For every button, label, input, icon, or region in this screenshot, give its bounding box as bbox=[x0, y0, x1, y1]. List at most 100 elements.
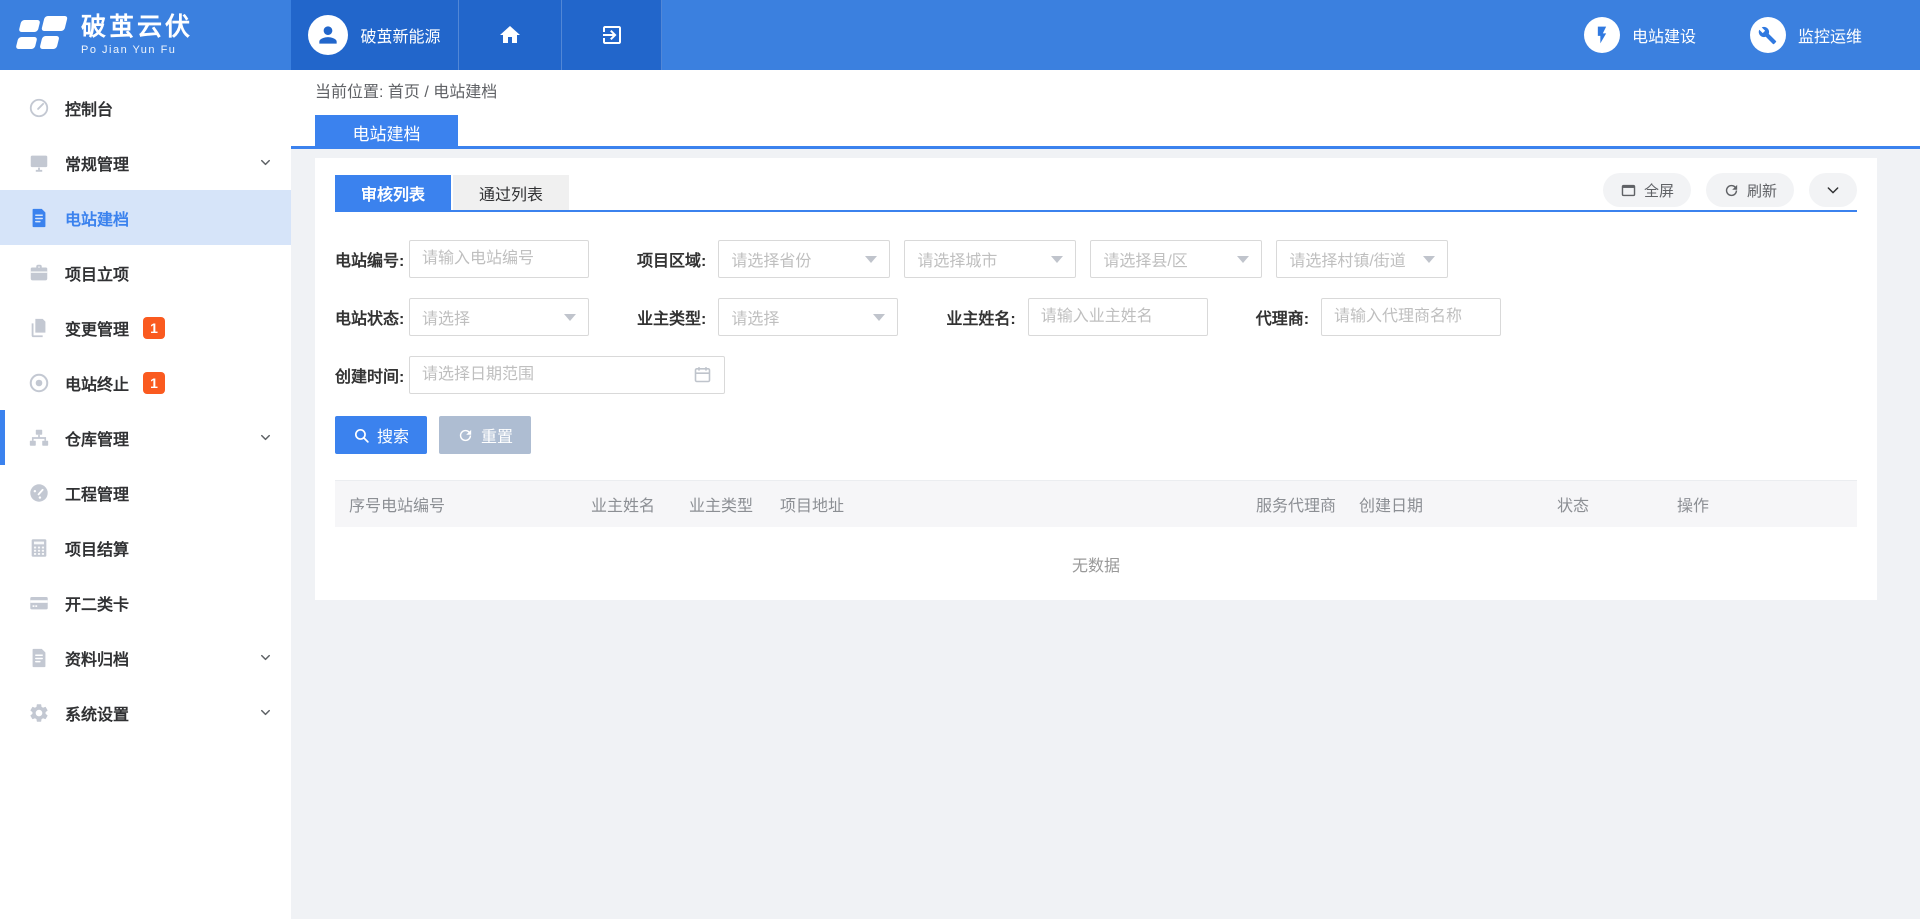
sidebar-item-system-settings[interactable]: 系统设置 bbox=[0, 685, 291, 740]
sidebar-item-label: 开二类卡 bbox=[65, 591, 129, 615]
nav-monitor-ops[interactable]: 监控运维 bbox=[1750, 17, 1862, 53]
sidebar-item-project-initiation[interactable]: 项目立项 bbox=[0, 245, 291, 300]
nav-monitor-ops-label: 监控运维 bbox=[1798, 23, 1862, 47]
caret-down-icon bbox=[564, 314, 576, 321]
station-status-select[interactable]: 请选择 bbox=[409, 298, 589, 336]
sidebar-item-label: 电站建档 bbox=[65, 206, 129, 230]
monitor-icon bbox=[28, 152, 50, 174]
change-mgmt-badge: 1 bbox=[143, 317, 165, 339]
sidebar-item-label: 项目结算 bbox=[65, 536, 129, 560]
province-select[interactable]: 请选择省份 bbox=[718, 240, 890, 278]
home-icon bbox=[498, 23, 522, 47]
sidebar-item-engineering-mgmt[interactable]: 工程管理 bbox=[0, 465, 291, 520]
chevron-down-icon bbox=[258, 430, 273, 445]
caret-down-icon bbox=[865, 256, 877, 263]
refresh-button[interactable]: 刷新 bbox=[1706, 173, 1794, 207]
caret-down-icon bbox=[1051, 256, 1063, 263]
gauge-icon bbox=[28, 482, 50, 504]
pages-icon bbox=[28, 317, 50, 339]
sidebar-item-general-mgmt[interactable]: 常规管理 bbox=[0, 135, 291, 190]
col-service-agent: 服务代理商 bbox=[1256, 492, 1359, 516]
sidebar: 控制台 常规管理 电站建档 项目立项 bbox=[0, 70, 291, 919]
sidebar-item-label: 系统设置 bbox=[65, 701, 129, 725]
file-icon bbox=[28, 207, 50, 229]
col-station-no: 电站编号 bbox=[381, 492, 591, 516]
collapse-toolbar-button[interactable] bbox=[1809, 173, 1857, 207]
sidebar-item-warehouse-mgmt[interactable]: 仓库管理 bbox=[0, 410, 291, 465]
station-termination-badge: 1 bbox=[143, 372, 165, 394]
table-empty-state: 无数据 bbox=[335, 527, 1857, 600]
refresh-icon bbox=[1723, 182, 1740, 199]
district-select[interactable]: 请选择县/区 bbox=[1090, 240, 1262, 278]
search-icon bbox=[353, 427, 370, 444]
page-tab-station-archive[interactable]: 电站建档 bbox=[315, 115, 458, 149]
fullscreen-button[interactable]: 全屏 bbox=[1603, 173, 1691, 207]
app-header: 破茧云伏 Po Jian Yun Fu 破茧新能源 bbox=[0, 0, 1920, 70]
brand-logo-icon bbox=[16, 13, 68, 57]
reset-button[interactable]: 重置 bbox=[439, 416, 531, 454]
caret-down-icon bbox=[1423, 256, 1435, 263]
sitemap-icon bbox=[28, 427, 50, 449]
gear-icon bbox=[28, 702, 50, 724]
tab-passed-list[interactable]: 通过列表 bbox=[453, 175, 569, 210]
agent-label: 代理商: bbox=[1256, 305, 1309, 329]
search-button[interactable]: 搜索 bbox=[335, 416, 427, 454]
briefcase-icon bbox=[28, 262, 50, 284]
logout-button[interactable] bbox=[562, 0, 662, 70]
region-label: 项目区域: bbox=[637, 247, 706, 271]
topbar: 当前位置: 首页 / 电站建档 电站建档 bbox=[291, 70, 1920, 149]
chevron-down-icon bbox=[1825, 182, 1841, 198]
sidebar-item-label: 项目立项 bbox=[65, 261, 129, 285]
date-range-input[interactable] bbox=[409, 356, 725, 394]
breadcrumb: 当前位置: 首页 / 电站建档 bbox=[315, 82, 1920, 104]
brand-logo: 破茧云伏 Po Jian Yun Fu bbox=[0, 0, 291, 70]
current-user[interactable]: 破茧新能源 bbox=[291, 0, 459, 70]
station-no-label: 电站编号: bbox=[335, 247, 403, 271]
main-content: 当前位置: 首页 / 电站建档 电站建档 审核列表 通过列表 全屏 bbox=[291, 70, 1920, 919]
sidebar-item-station-archive[interactable]: 电站建档 bbox=[0, 190, 291, 245]
col-owner-name: 业主姓名 bbox=[591, 492, 689, 516]
brand-subtitle: Po Jian Yun Fu bbox=[81, 44, 193, 56]
archive-icon bbox=[28, 647, 50, 669]
wrench-icon bbox=[1758, 26, 1777, 45]
sidebar-item-console[interactable]: 控制台 bbox=[0, 80, 291, 135]
town-select[interactable]: 请选择村镇/街道 bbox=[1276, 240, 1448, 278]
owner-name-input[interactable] bbox=[1028, 298, 1208, 336]
station-archive-panel: 审核列表 通过列表 全屏 刷新 bbox=[315, 158, 1877, 600]
owner-name-label: 业主姓名: bbox=[946, 305, 1015, 329]
sidebar-item-data-archive[interactable]: 资料归档 bbox=[0, 630, 291, 685]
sidebar-item-label: 变更管理 bbox=[65, 316, 129, 340]
sidebar-item-label: 工程管理 bbox=[65, 481, 129, 505]
sidebar-item-station-termination[interactable]: 电站终止 1 bbox=[0, 355, 291, 410]
station-status-label: 电站状态: bbox=[335, 305, 403, 329]
chevron-down-icon bbox=[258, 705, 273, 720]
fullscreen-icon bbox=[1620, 182, 1637, 199]
avatar bbox=[308, 15, 348, 55]
home-button[interactable] bbox=[459, 0, 562, 70]
owner-type-label: 业主类型: bbox=[637, 305, 706, 329]
station-no-input[interactable] bbox=[409, 240, 589, 278]
created-time-label: 创建时间: bbox=[335, 363, 403, 387]
agent-input[interactable] bbox=[1321, 298, 1501, 336]
header-user-strip: 破茧新能源 bbox=[291, 0, 662, 70]
lightning-icon bbox=[1592, 25, 1612, 45]
filter-row-3: 创建时间: bbox=[335, 356, 1857, 394]
tab-review-list[interactable]: 审核列表 bbox=[335, 175, 451, 210]
chevron-down-icon bbox=[258, 155, 273, 170]
sidebar-item-label: 资料归档 bbox=[65, 646, 129, 670]
sidebar-item-label: 仓库管理 bbox=[65, 426, 129, 450]
nav-station-build[interactable]: 电站建设 bbox=[1584, 17, 1696, 53]
owner-type-select[interactable]: 请选择 bbox=[718, 298, 898, 336]
city-select[interactable]: 请选择城市 bbox=[904, 240, 1076, 278]
sidebar-item-change-mgmt[interactable]: 变更管理 1 bbox=[0, 300, 291, 355]
sidebar-item-open-class2-card[interactable]: 开二类卡 bbox=[0, 575, 291, 630]
col-project-address: 项目地址 bbox=[780, 492, 1256, 516]
user-name: 破茧新能源 bbox=[360, 23, 440, 47]
sidebar-item-project-settlement[interactable]: 项目结算 bbox=[0, 520, 291, 575]
breadcrumb-path[interactable]: 首页 / 电站建档 bbox=[388, 84, 497, 101]
filter-row-1: 电站编号: 项目区域: 请选择省份 请选择城市 请选择县/区 bbox=[335, 240, 1857, 278]
person-icon bbox=[315, 22, 341, 48]
sidebar-item-label: 电站终止 bbox=[65, 371, 129, 395]
col-index: 序号 bbox=[349, 492, 381, 516]
panel-tabs: 审核列表 通过列表 全屏 刷新 bbox=[335, 175, 1857, 212]
